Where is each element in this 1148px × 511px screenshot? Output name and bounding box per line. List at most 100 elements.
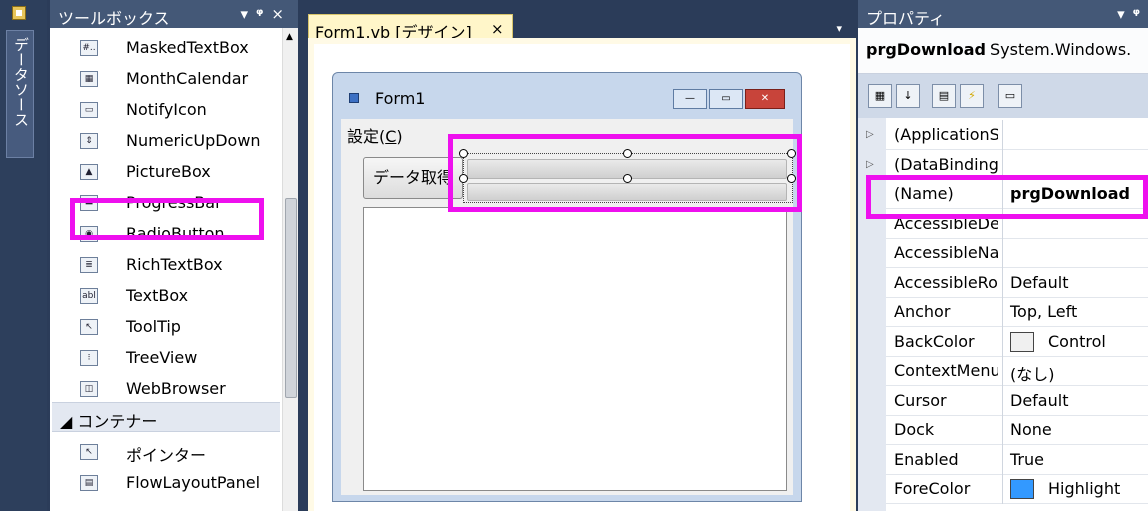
property-row[interactable]: Enabled True [886,444,1148,475]
minimize-button[interactable]: — [673,89,707,109]
property-row[interactable]: Dock None [886,415,1148,445]
property-value[interactable]: True [1010,450,1044,469]
property-pages-icon[interactable]: ▭ [998,84,1022,108]
object-selector[interactable]: prgDownload System.Windows. [858,28,1148,74]
document-tabbar: Form1.vb [デザイン] × ▾ [308,0,856,46]
column-divider [1002,297,1003,327]
toolbox-item[interactable]: ⁝ TreeView [50,342,282,374]
categorized-icon[interactable]: ▦ [868,84,892,108]
tooltip-icon: ↖ [80,319,98,335]
toolbox-item[interactable]: ≣ RichTextBox [50,249,282,281]
output-textbox[interactable] [363,207,787,491]
menu-settings[interactable]: 設定(C) [347,123,403,147]
property-name: ForeColor [894,479,971,498]
toolbox-category-container[interactable]: ◢ コンテナー [52,402,280,432]
calendar-icon: ▦ [80,71,98,87]
toolbox-item[interactable]: ↖ ポインター [50,436,282,468]
property-row[interactable]: ForeColor Highlight [886,474,1148,504]
toolbox-item[interactable]: ▲ PictureBox [50,156,282,188]
property-name: AccessibleNa [894,243,998,262]
property-name: Cursor [894,390,947,410]
toolbox-item-label: PictureBox [126,162,211,181]
numeric-updown-icon: ⇕ [80,133,98,149]
column-divider [1002,267,1003,298]
expand-icon[interactable]: ▷ [866,159,874,170]
property-row[interactable]: BackColor Control [886,326,1148,357]
properties-toolbar: ▦ ↓ ▤ ⚡ ▭ [858,74,1148,118]
property-name: AccessibleRol [894,272,998,292]
property-value[interactable]: (なし) [1010,361,1055,385]
properties-icon[interactable]: ▤ [932,84,956,108]
textbox-icon: abl [80,288,98,304]
property-name: (ApplicationS [894,125,998,144]
property-row[interactable]: Cursor Default [886,385,1148,416]
scroll-thumb[interactable] [285,198,297,398]
toolbox-panel: ツールボックス ▾ᵠ× #.. MaskedTextBox ▦ MonthCalend… [50,0,298,511]
datasource-tab-label: データソース [12,37,30,127]
toolbox-scrollbar[interactable]: ▲ [282,28,298,511]
property-name: Anchor [894,302,951,321]
toolbox-title: ツールボックス [58,9,170,28]
maximize-button[interactable]: ▭ [709,89,743,109]
property-row[interactable]: ▷ (ApplicationS [866,120,1148,150]
property-value[interactable]: None [1010,420,1052,439]
toolbox-item-label: RichTextBox [126,255,223,274]
chevron-down-icon[interactable]: ▾ [836,22,842,35]
property-value[interactable]: Highlight [1048,479,1120,498]
richtextbox-icon: ≣ [80,257,98,273]
column-divider [1002,385,1003,416]
toolbox-item[interactable]: ▭ NotifyIcon [50,94,282,126]
toolbox-item[interactable]: ⇕ NumericUpDown [50,125,282,157]
column-divider [1002,474,1003,504]
color-swatch [1010,331,1034,352]
expand-icon[interactable]: ▷ [866,129,874,140]
column-divider [1002,326,1003,357]
close-icon[interactable]: × [491,20,504,38]
property-row[interactable]: AccessibleNa [886,238,1148,268]
toolbox-item-label: NotifyIcon [126,100,207,119]
toolbox-item[interactable]: ◫ WebBrowser [50,373,282,405]
close-icon[interactable]: × [271,5,292,23]
toolbox-item[interactable]: ▦ MonthCalendar [50,63,282,95]
property-value[interactable]: Default [1010,391,1068,410]
property-value[interactable]: Top, Left [1010,302,1077,321]
property-value[interactable]: Control [1048,332,1106,351]
toolbox-item-label: WebBrowser [126,379,226,398]
category-label: ◢ コンテナー [60,412,158,431]
property-row[interactable]: ContextMenu (なし) [886,356,1148,386]
scroll-up-icon[interactable]: ▲ [286,32,293,42]
property-value[interactable]: Default [1010,273,1068,292]
side-dock-strip: データソース [0,0,47,511]
properties-titlebar: プロパティ ▾ᵠ [858,0,1148,28]
close-button[interactable]: ✕ [745,89,785,109]
pin-icon[interactable]: ᵠ [1133,5,1148,23]
treeview-icon: ⁝ [80,350,98,366]
property-row[interactable]: Anchor Top, Left [886,297,1148,327]
datasource-pin-icon[interactable] [12,6,26,20]
toolbox-item[interactable]: ▤ FlowLayoutPanel [50,467,282,499]
events-icon[interactable]: ⚡ [960,84,984,108]
highlight-progressbar-control [448,134,802,212]
picture-icon: ▲ [80,164,98,180]
toolbox-item[interactable]: abl TextBox [50,280,282,312]
toolbox-item-label: ToolTip [126,317,181,336]
dropdown-icon[interactable]: ▾ [1117,5,1133,23]
toolbox-item[interactable]: ↖ ToolTip [50,311,282,343]
pointer-icon: ↖ [80,444,98,460]
flowlayout-icon: ▤ [80,475,98,491]
toolbox-item-label: ポインター [126,446,207,465]
property-name: ContextMenu [894,361,998,380]
property-name: (DataBindings [894,154,998,174]
toolbox-item[interactable]: #.. MaskedTextBox [50,32,282,64]
datasource-tab[interactable]: データソース [6,30,34,158]
property-name: BackColor [894,331,975,351]
toolbox-list: #.. MaskedTextBox ▦ MonthCalendar ▭ NotifyIco… [50,28,282,511]
property-row[interactable]: AccessibleRol Default [886,267,1148,298]
form-titlebar: Form1 — ▭ ✕ [333,73,801,117]
toolbox-item-label: MaskedTextBox [126,38,249,57]
property-name: Enabled [894,449,959,469]
alphabetical-icon[interactable]: ↓ [896,84,920,108]
dropdown-icon[interactable]: ▾ [241,5,257,23]
toolbox-item-label: TextBox [126,286,189,305]
pin-icon[interactable]: ᵠ [256,5,271,23]
